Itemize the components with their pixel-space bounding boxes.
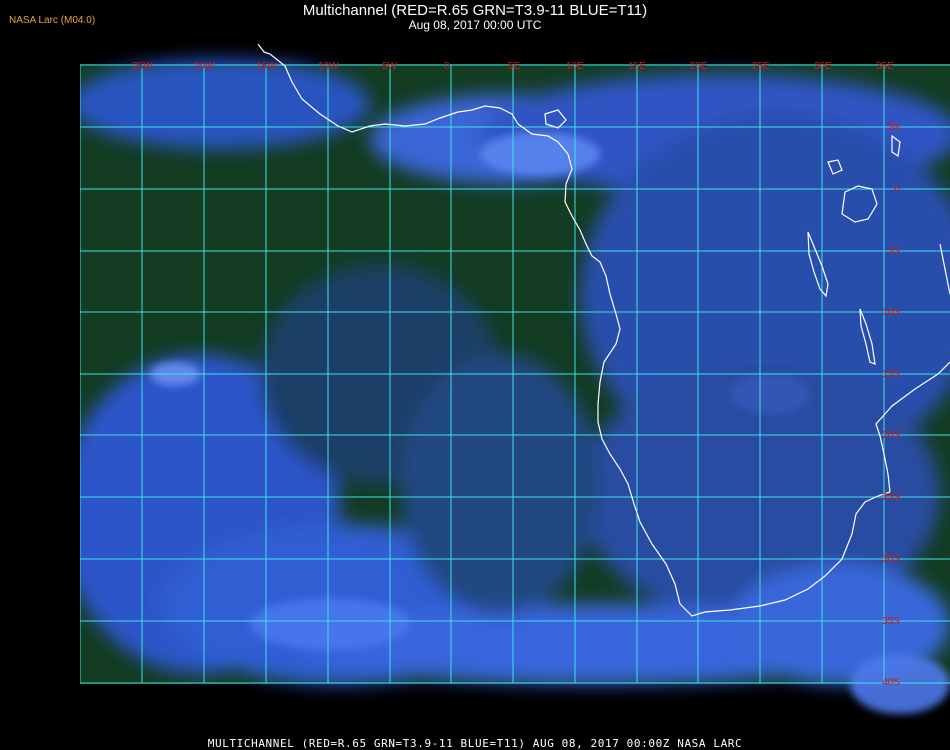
image-footer-caption: MULTICHANNEL (RED=R.65 GRN=T3.9-11 BLUE=… [207, 737, 743, 750]
lat-label: 25S [882, 492, 900, 503]
lat-label: 5S [888, 246, 901, 257]
lat-label: 10S [882, 307, 900, 318]
satellite-map-frame: 25W 20W 15W 10W 5W 0 5E 10E 15E 20E 25E … [80, 44, 950, 728]
lon-label: 20E [690, 61, 708, 72]
imagery [80, 59, 950, 714]
lon-label: 25E [752, 61, 770, 72]
lon-label: 5W [382, 61, 398, 72]
lon-label: 15E [628, 61, 646, 72]
lon-label: 25W [132, 61, 153, 72]
lon-label: 0 [444, 61, 450, 72]
lat-label: 35S [882, 616, 900, 627]
lat-label: 0 [894, 184, 900, 195]
lat-label: 40S [882, 677, 900, 688]
satellite-map[interactable]: 25W 20W 15W 10W 5W 0 5E 10E 15E 20E 25E … [80, 44, 950, 728]
lon-label: 30E [814, 61, 832, 72]
image-timestamp: Aug 08, 2017 00:00 UTC [408, 18, 542, 32]
image-title: Multichannel (RED=R.65 GRN=T3.9-11 BLUE=… [302, 2, 648, 19]
lat-label: 30S [882, 554, 900, 565]
lon-label: 15W [256, 61, 277, 72]
lon-label: 20W [194, 61, 215, 72]
lon-label: 10W [318, 61, 339, 72]
lat-label: 5N [887, 122, 900, 133]
brand-label: NASA Larc (M04.0) [9, 15, 96, 26]
lat-label: 15S [882, 369, 900, 380]
lon-label: 35E [876, 61, 894, 72]
lat-label: 20S [882, 430, 900, 441]
lon-label: 5E [508, 61, 521, 72]
lon-label: 10E [566, 61, 584, 72]
